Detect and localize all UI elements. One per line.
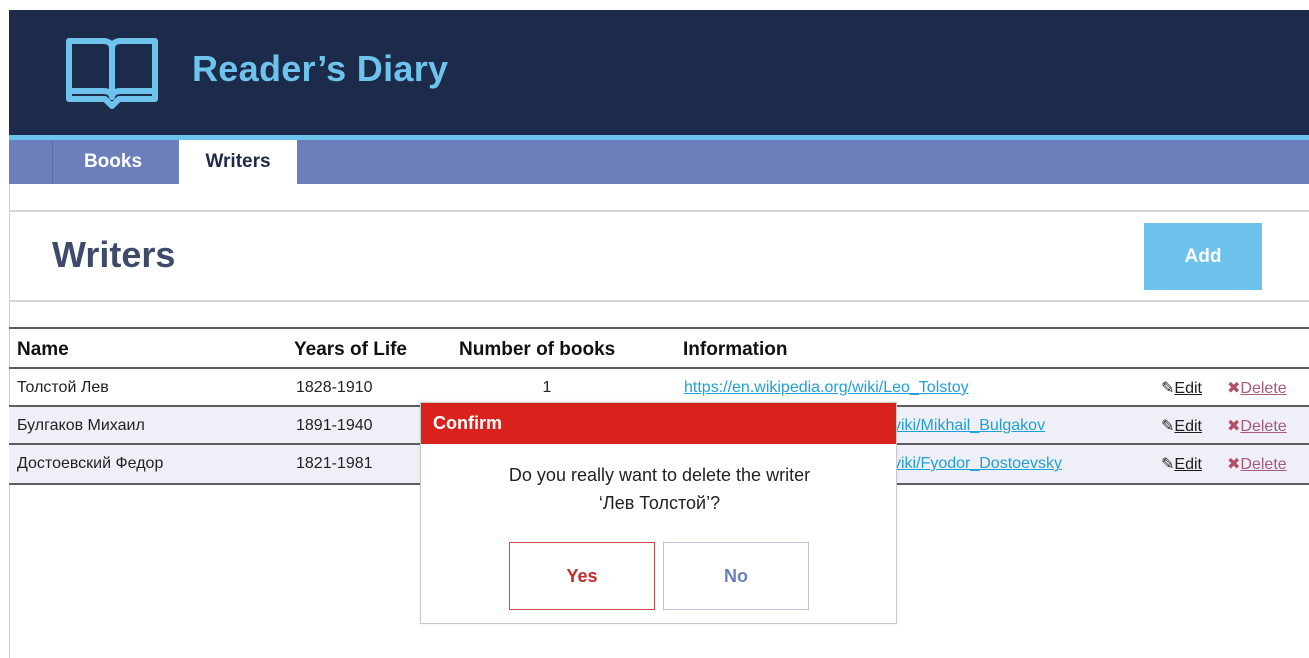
dialog-message-line-1: Do you really want to delete the writer — [508, 465, 811, 485]
delete-label: Delete — [1240, 380, 1287, 397]
dialog-message: Do you really want to delete the writer … — [421, 461, 898, 517]
tab-bar-spacer — [9, 140, 53, 184]
page-title: Writers — [52, 234, 176, 275]
writer-info-link[interactable]: viki/Mikhail_Bulgakov — [893, 417, 1045, 435]
delete-button[interactable]: ✖Delete — [1227, 378, 1287, 398]
column-header-name: Name — [17, 339, 69, 360]
close-icon: ✖ — [1227, 418, 1241, 435]
column-header-years: Years of Life — [294, 339, 407, 360]
column-header-information: Information — [683, 339, 788, 360]
pencil-icon: ✎ — [1161, 380, 1175, 397]
pencil-icon: ✎ — [1161, 418, 1175, 435]
writer-years: 1891-1940 — [296, 417, 373, 434]
tab-books[interactable]: Books — [54, 140, 172, 184]
writer-name: Булгаков Михаил — [17, 417, 145, 434]
add-writer-button[interactable]: Add — [1144, 223, 1262, 290]
writer-info-link[interactable]: viki/Fyodor_Dostoevsky — [893, 455, 1062, 473]
yes-button[interactable]: Yes — [509, 542, 655, 610]
divider — [9, 210, 1309, 212]
delete-label: Delete — [1240, 456, 1287, 473]
open-book-icon — [66, 38, 158, 109]
no-button[interactable]: No — [663, 542, 809, 610]
writer-years: 1821-1981 — [296, 455, 373, 472]
writer-name: Толстой Лев — [17, 379, 109, 396]
close-icon: ✖ — [1227, 456, 1241, 473]
pencil-icon: ✎ — [1161, 456, 1175, 473]
writer-years: 1828-1910 — [296, 379, 373, 396]
close-icon: ✖ — [1227, 380, 1241, 397]
writer-info-link[interactable]: https://en.wikipedia.org/wiki/Leo_Tolsto… — [684, 379, 969, 397]
column-header-books: Number of books — [459, 339, 616, 360]
edit-label: Edit — [1174, 456, 1202, 473]
edit-button[interactable]: ✎Edit — [1161, 454, 1202, 474]
delete-button[interactable]: ✖Delete — [1227, 416, 1287, 436]
table-header: Name Years of Life Number of books Infor… — [9, 329, 1309, 369]
edit-button[interactable]: ✎Edit — [1161, 378, 1202, 398]
delete-label: Delete — [1240, 418, 1287, 435]
delete-button[interactable]: ✖Delete — [1227, 454, 1287, 474]
confirm-dialog: Confirm Do you really want to delete the… — [420, 402, 897, 624]
edit-label: Edit — [1174, 380, 1202, 397]
writer-name: Достоевский Федор — [17, 455, 164, 472]
tab-writers[interactable]: Writers — [179, 140, 297, 184]
dialog-title: Confirm — [421, 403, 896, 444]
edit-button[interactable]: ✎Edit — [1161, 416, 1202, 436]
divider — [9, 300, 1309, 302]
edit-label: Edit — [1174, 418, 1202, 435]
app-title: Reader’s Diary — [192, 48, 449, 89]
dialog-message-line-2: ‘Лев Толстой’? — [598, 493, 721, 513]
writer-book-count: 1 — [542, 379, 552, 396]
